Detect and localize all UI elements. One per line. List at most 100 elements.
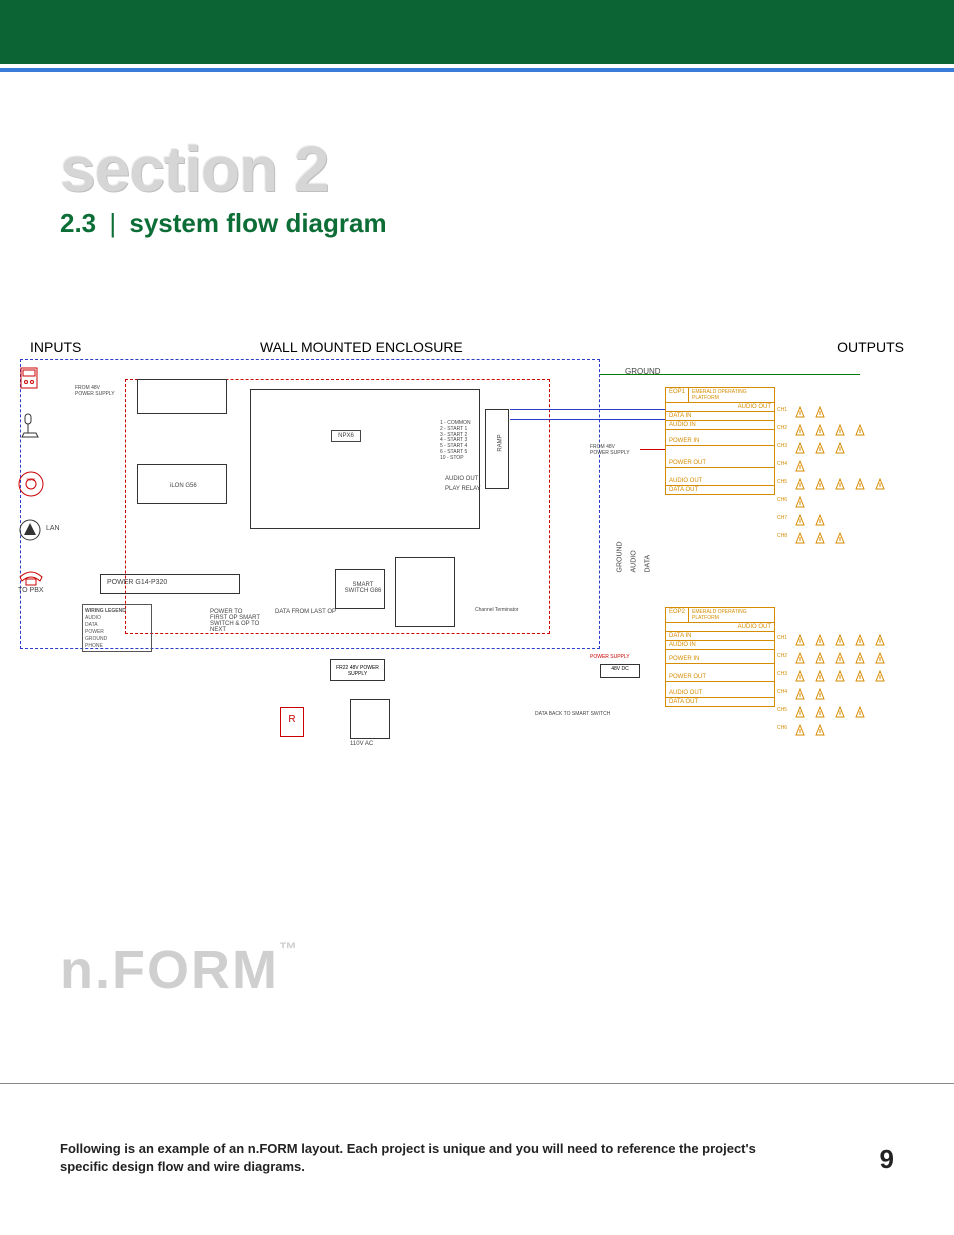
speaker-icon [815, 513, 825, 531]
section-title: section 2 [60, 132, 894, 206]
speaker-icon [795, 531, 805, 549]
speaker-icon [795, 495, 805, 513]
data-wire [510, 409, 665, 410]
legend-row: DATA [85, 621, 149, 628]
ramp-block: RAMP [485, 409, 509, 489]
speaker-icon [875, 477, 885, 495]
speaker-icon [835, 669, 845, 687]
subsection-text: system flow diagram [129, 208, 386, 238]
smart-switch-block: SMART SWITCH G86 [335, 569, 385, 609]
legend-row: AUDIO [85, 614, 149, 621]
eop1-subtitle: EMERALD OPERATING PLATFORM [689, 388, 774, 402]
eop1-block: EOP1 EMERALD OPERATING PLATFORM AUDIO OU… [665, 387, 775, 495]
eop1-row: DATA OUT [666, 485, 774, 494]
page-footer: Following is an example of an n.FORM lay… [60, 1140, 894, 1175]
eop2-row: POWER OUT [666, 663, 774, 681]
lan-label: LAN [46, 525, 60, 532]
speaker-icon [795, 513, 805, 531]
brand-logo: n.FORM™ [60, 939, 894, 1001]
speaker-icon [835, 477, 845, 495]
smart-switch-label: SMART SWITCH G86 [342, 582, 384, 594]
legend-row: POWER [85, 628, 149, 635]
wiring-legend: WIRING LEGEND AUDIO DATA POWER GROUND PH… [82, 604, 152, 652]
play-relay-label: PLAY RELAY [445, 486, 481, 492]
power-g14-label: POWER G14-P320 [107, 579, 167, 586]
channel-label: CH8 [777, 533, 787, 539]
speaker-icon [815, 441, 825, 459]
48v-dc-block: 48V DC [600, 664, 640, 678]
speaker-icon [795, 441, 805, 459]
legend-title: WIRING LEGEND [85, 607, 149, 614]
system-flow-diagram: INPUTS WALL MOUNTED ENCLOSURE OUTPUTS NP… [60, 359, 894, 919]
channel-label: CH1 [777, 635, 787, 641]
channel-label: CH2 [777, 425, 787, 431]
from-48v-label: FROM 48V POWER SUPPLY [75, 385, 115, 397]
110v-label: 110V AC [350, 741, 373, 747]
npx6-chip: NPX6 [331, 430, 361, 442]
speaker-icon [815, 687, 825, 705]
speaker-icon [835, 705, 845, 723]
eop1-row: AUDIO OUT [666, 402, 774, 411]
speaker-icon [815, 423, 825, 441]
eop2-row: DATA IN [666, 631, 774, 640]
channel-label: CH6 [777, 497, 787, 503]
header-band [0, 0, 954, 64]
legend-row: GROUND [85, 635, 149, 642]
speaker-icon [795, 423, 805, 441]
footer-note: Following is an example of an n.FORM lay… [60, 1140, 760, 1175]
eop2-subtitle: EMERALD OPERATING PLATFORM [689, 608, 774, 622]
channel-label: CH2 [777, 653, 787, 659]
fr22-block: FR22 48V POWER SUPPLY [330, 659, 385, 681]
data-back-label: DATA BACK TO SMART SWITCH [535, 711, 610, 717]
audio-vert-label: AUDIO [631, 550, 638, 572]
channel-label: CH4 [777, 689, 787, 695]
speaker-icon [815, 705, 825, 723]
speaker-icon [795, 687, 805, 705]
speaker-icon [795, 651, 805, 669]
channel-label: CH4 [777, 461, 787, 467]
svg-text:FIRE: FIRE [26, 477, 35, 482]
channel-terminator-label: Channel Terminator [475, 607, 519, 613]
eop1-row: DATA IN [666, 411, 774, 420]
eop2-row: POWER IN [666, 649, 774, 663]
speaker-icon [815, 669, 825, 687]
from-48v-label-2: FROM 48V POWER SUPPLY [590, 444, 630, 456]
channel-label: CH5 [777, 707, 787, 713]
data-vert-label: DATA [645, 555, 652, 573]
outputs-header: OUTPUTS [837, 339, 904, 355]
speaker-icon [795, 669, 805, 687]
audio-out-label: AUDIO OUT [445, 476, 478, 482]
eop1-row: POWER IN [666, 429, 774, 445]
subsection-title: 2.3 | system flow diagram [60, 208, 894, 239]
ilon-block: iLON G56 [137, 464, 227, 504]
title-separator: | [103, 208, 122, 238]
ramp-label: RAMP [498, 434, 504, 451]
channel-label: CH3 [777, 443, 787, 449]
power-wire [640, 449, 665, 450]
speaker-icon [835, 651, 845, 669]
speaker-icon [855, 633, 865, 651]
terminal-block [395, 557, 455, 627]
speaker-icon [815, 531, 825, 549]
power-to-first-label: POWER TO FIRST OP SMART SWITCH & OP TO N… [210, 609, 260, 633]
eop2-row: AUDIO IN [666, 640, 774, 649]
eop1-title: EOP1 [666, 388, 689, 402]
top-small-block [137, 379, 227, 414]
speaker-icon [815, 405, 825, 423]
footer-rule [0, 1083, 954, 1084]
wall-enclosure-header: WALL MOUNTED ENCLOSURE [260, 339, 463, 355]
brand-tm: ™ [279, 939, 299, 959]
brand-name: n.FORM [60, 940, 279, 1000]
subsection-number: 2.3 [60, 208, 96, 238]
relay-labels: 1 - COMMON 2 - START 1 3 - START 2 4 - S… [440, 421, 471, 461]
speaker-icon [835, 441, 845, 459]
speaker-icon [815, 477, 825, 495]
speaker-icon [855, 423, 865, 441]
eop2-block: EOP2 EMERALD OPERATING PLATFORM AUDIO OU… [665, 607, 775, 707]
speaker-icon [855, 651, 865, 669]
speaker-icon [835, 531, 845, 549]
speaker-icon [835, 423, 845, 441]
eop1-row: POWER OUT [666, 445, 774, 467]
page-number: 9 [880, 1144, 894, 1175]
speaker-icon [795, 633, 805, 651]
